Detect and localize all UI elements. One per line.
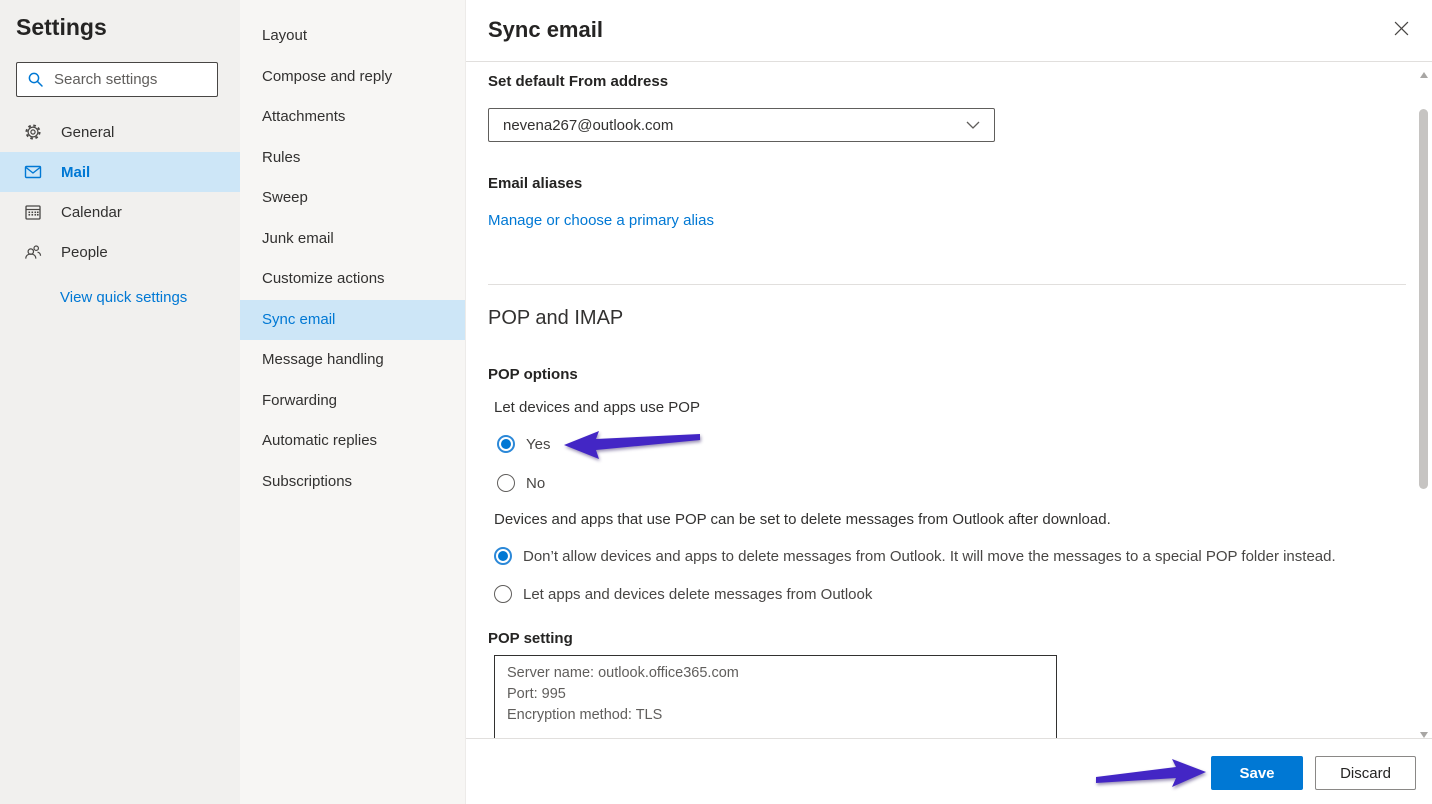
radio-row-let-delete: Let apps and devices delete messages fro… (494, 585, 872, 603)
panel-title: Sync email (488, 17, 603, 43)
close-icon (1394, 21, 1409, 41)
category-item-customize-actions[interactable]: Customize actions (240, 259, 465, 300)
chevron-down-icon (966, 116, 980, 134)
sidebar-item-label: Mail (61, 164, 90, 181)
arrow-pointing-to-yes-radio (563, 428, 701, 462)
radio-let-delete[interactable] (494, 585, 512, 603)
pop-server-name: Server name: outlook.office365.com (507, 663, 1044, 684)
pop-imap-heading: POP and IMAP (488, 307, 623, 330)
radio-no[interactable] (497, 474, 515, 492)
category-item-subscriptions[interactable]: Subscriptions (240, 462, 465, 503)
settings-sidebar: Settings General Mail Calendar (0, 0, 240, 804)
category-item-sync-email[interactable]: Sync email (240, 300, 465, 341)
from-address-value: nevena267@outlook.com (503, 117, 966, 134)
category-item-forwarding[interactable]: Forwarding (240, 381, 465, 422)
scroll-up-arrow-icon[interactable] (1420, 72, 1428, 78)
pop-options-label: POP options (488, 366, 578, 383)
calendar-icon (24, 203, 42, 221)
radio-dont-allow-delete[interactable] (494, 547, 512, 565)
sidebar-item-label: People (61, 244, 108, 261)
search-icon (27, 71, 45, 88)
sidebar-item-calendar[interactable]: Calendar (0, 192, 240, 232)
manage-alias-link[interactable]: Manage or choose a primary alias (488, 212, 714, 229)
panel-footer: Save Discard (466, 738, 1432, 804)
scroll-down-arrow-icon[interactable] (1420, 732, 1428, 738)
radio-row-no: No (497, 474, 545, 492)
radio-let-delete-label: Let apps and devices delete messages fro… (523, 586, 872, 603)
pop-port: Port: 995 (507, 684, 1044, 705)
radio-dont-allow-delete-label: Don’t allow devices and apps to delete m… (523, 548, 1336, 565)
from-address-dropdown[interactable]: nevena267@outlook.com (488, 108, 995, 142)
mail-icon (24, 163, 42, 181)
mail-settings-category-list: Layout Compose and reply Attachments Rul… (240, 0, 466, 804)
panel-header: Sync email (466, 0, 1432, 62)
pop-encryption-method: Encryption method: TLS (507, 705, 1044, 726)
arrow-pointing-to-save-button (1095, 758, 1207, 792)
sidebar-item-label: Calendar (61, 204, 122, 221)
radio-row-yes: Yes (497, 435, 550, 453)
scrollbar-thumb[interactable] (1419, 109, 1428, 489)
close-button[interactable] (1386, 16, 1416, 46)
view-quick-settings-link[interactable]: View quick settings (60, 289, 187, 306)
sidebar-item-people[interactable]: People (0, 232, 240, 272)
radio-yes[interactable] (497, 435, 515, 453)
search-settings-input[interactable] (54, 71, 253, 88)
section-divider (488, 284, 1406, 285)
category-item-attachments[interactable]: Attachments (240, 97, 465, 138)
sync-email-panel: Sync email Set default From address neve… (466, 0, 1432, 804)
save-button[interactable]: Save (1211, 756, 1303, 790)
sidebar-item-general[interactable]: General (0, 112, 240, 152)
radio-yes-label: Yes (526, 436, 550, 453)
vertical-scrollbar[interactable] (1417, 63, 1432, 744)
use-pop-question: Let devices and apps use POP (494, 399, 700, 416)
category-item-layout[interactable]: Layout (240, 16, 465, 57)
discard-button[interactable]: Discard (1315, 756, 1416, 790)
settings-dialog-title: Settings (16, 14, 107, 41)
email-aliases-label: Email aliases (488, 175, 582, 192)
category-item-sweep[interactable]: Sweep (240, 178, 465, 219)
sidebar-item-mail[interactable]: Mail (0, 152, 240, 192)
people-icon (24, 243, 42, 261)
radio-row-dont-allow-delete: Don’t allow devices and apps to delete m… (494, 547, 1336, 565)
category-item-compose-and-reply[interactable]: Compose and reply (240, 57, 465, 98)
from-address-label: Set default From address (488, 73, 668, 90)
category-item-message-handling[interactable]: Message handling (240, 340, 465, 381)
pop-delete-description: Devices and apps that use POP can be set… (494, 511, 1111, 528)
settings-search-box[interactable] (16, 62, 218, 97)
gear-icon (24, 123, 42, 141)
category-item-junk-email[interactable]: Junk email (240, 219, 465, 260)
category-item-automatic-replies[interactable]: Automatic replies (240, 421, 465, 462)
category-item-rules[interactable]: Rules (240, 138, 465, 179)
sidebar-item-label: General (61, 124, 114, 141)
pop-setting-label: POP setting (488, 630, 573, 647)
radio-no-label: No (526, 475, 545, 492)
sidebar-nav-list: General Mail Calendar People (0, 112, 240, 272)
